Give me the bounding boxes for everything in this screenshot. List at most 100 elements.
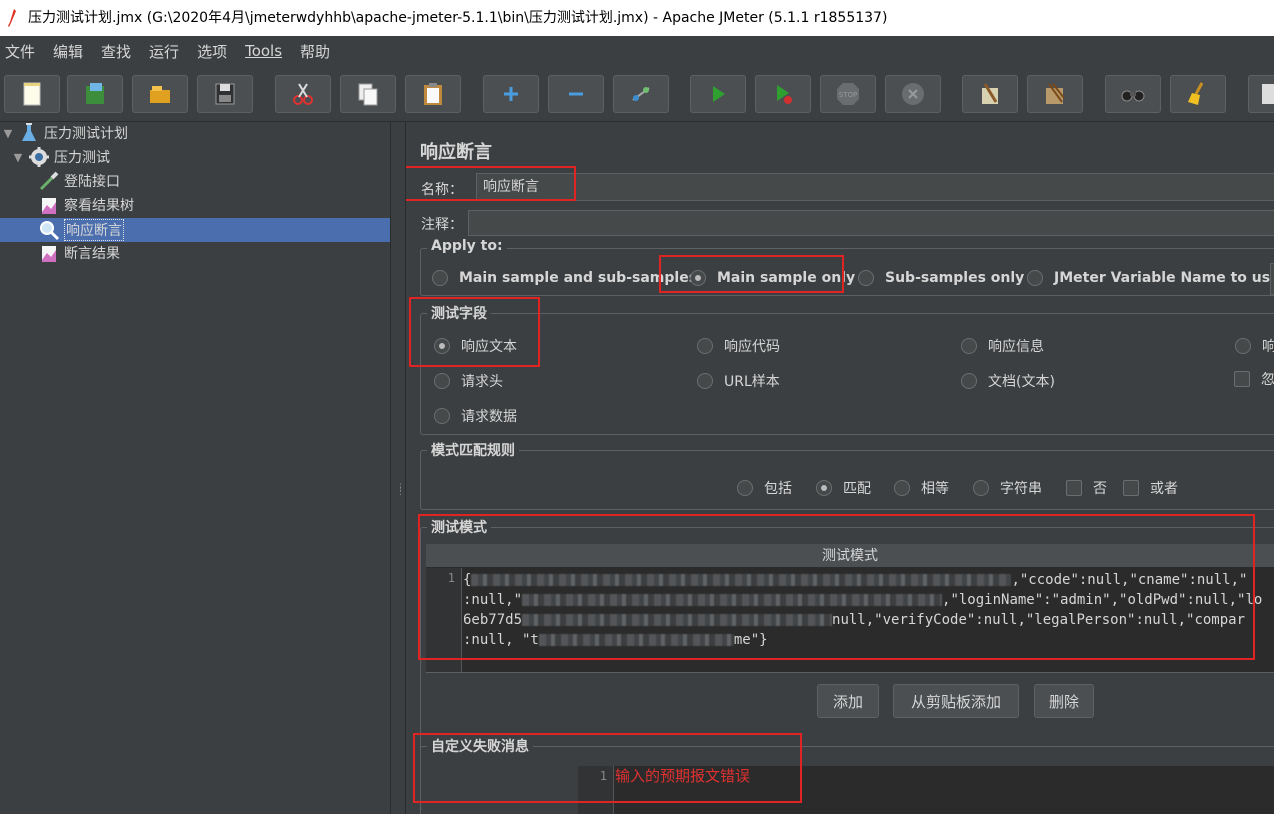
- radio-label: Sub-samples only: [885, 270, 1025, 286]
- clear-button[interactable]: [962, 75, 1018, 113]
- radio-label: JMeter Variable Name to use: [1054, 270, 1274, 286]
- shutdown-button[interactable]: [885, 75, 941, 113]
- paste-icon: [424, 83, 442, 105]
- name-field[interactable]: 响应断言: [476, 173, 1274, 201]
- code-line-1: ,"ccode":null,"cname":null,": [1011, 572, 1248, 588]
- radio-substring[interactable]: 字符串: [973, 478, 1042, 498]
- redacted-text: [538, 634, 734, 646]
- radio-indicator: [961, 338, 977, 354]
- gear-icon: [28, 146, 50, 168]
- open-button[interactable]: [132, 75, 188, 113]
- expand-all-button[interactable]: [483, 75, 539, 113]
- jmeter-feather-icon: [8, 9, 16, 27]
- tree-label: 压力测试: [54, 150, 110, 166]
- menu-help[interactable]: 帮助: [300, 41, 330, 62]
- radio-indicator: [894, 480, 910, 496]
- not-checkbox[interactable]: 否: [1066, 478, 1107, 498]
- radio-main-only[interactable]: Main sample only: [690, 270, 855, 286]
- pattern-rules-title: 模式匹配规则: [427, 440, 519, 460]
- checkbox-label: 或者: [1150, 481, 1178, 497]
- split-pane-divider[interactable]: ⋮ ⋮: [390, 122, 406, 814]
- variable-name-field[interactable]: [1270, 263, 1274, 295]
- start-button[interactable]: [690, 75, 746, 113]
- or-checkbox[interactable]: 或者: [1123, 478, 1178, 498]
- menu-run[interactable]: 运行: [149, 41, 179, 62]
- radio-indicator: [1235, 338, 1251, 354]
- radio-indicator: [432, 270, 448, 286]
- menu-search[interactable]: 查找: [101, 41, 131, 62]
- code-line-2: ,"loginName":"admin","oldPwd":null,"lo: [942, 592, 1263, 608]
- radio-contains[interactable]: 包括: [737, 478, 792, 498]
- add-from-clipboard-button[interactable]: 从剪贴板添加: [893, 684, 1019, 718]
- tree-node-test-plan[interactable]: ▼ 压力测试计划: [2, 121, 128, 145]
- copy-button[interactable]: [340, 75, 396, 113]
- radio-label: 请求头: [461, 374, 503, 390]
- radio-label: 字符串: [1000, 481, 1042, 497]
- radio-matches[interactable]: 匹配: [816, 478, 871, 498]
- apply-to-title: Apply to:: [427, 238, 507, 254]
- collapse-all-button[interactable]: [548, 75, 604, 113]
- collapse-triangle-icon[interactable]: ▼: [12, 151, 24, 164]
- radio-response-message[interactable]: 响应信息: [961, 336, 1044, 356]
- tree-node-http-sampler[interactable]: 登陆接口: [38, 169, 120, 193]
- radio-request-headers[interactable]: 请求头: [434, 371, 503, 391]
- pattern-code[interactable]: {,"ccode":null,"cname":null," :null," ,"l…: [463, 570, 1274, 650]
- menu-edit[interactable]: 编辑: [53, 41, 83, 62]
- redacted-text: [522, 594, 943, 606]
- stop-button[interactable]: STOP: [820, 75, 876, 113]
- reset-search-button[interactable]: [1170, 75, 1226, 113]
- add-button[interactable]: 添加: [817, 684, 879, 718]
- window-title-bar: 压力测试计划.jmx (G:\2020年4月\jmeterwdyhhb\apac…: [0, 0, 1274, 36]
- radio-label: 相等: [921, 481, 949, 497]
- cut-button[interactable]: [275, 75, 331, 113]
- function-helper-button[interactable]: [1248, 75, 1274, 113]
- radio-document-text[interactable]: 文档(文本): [961, 371, 1055, 391]
- new-button[interactable]: [4, 75, 60, 113]
- radio-indicator: [737, 480, 753, 496]
- plus-icon: [504, 87, 518, 101]
- clear-all-button[interactable]: [1027, 75, 1083, 113]
- tree-node-assertion-results[interactable]: 断言结果: [38, 241, 120, 265]
- pattern-editor[interactable]: 1 {,"ccode":null,"cname":null," :null,",…: [426, 568, 1274, 672]
- ignore-status-checkbox[interactable]: 忽: [1234, 369, 1274, 389]
- pattern-table-header: 测试模式: [426, 544, 1274, 568]
- minus-icon: [569, 92, 583, 96]
- radio-request-data[interactable]: 请求数据: [434, 406, 517, 426]
- radio-jmeter-variable[interactable]: JMeter Variable Name to use: [1027, 270, 1274, 286]
- menu-options[interactable]: 选项: [197, 41, 227, 62]
- radio-sub-only[interactable]: Sub-samples only: [858, 270, 1024, 286]
- failure-message-editor[interactable]: 1 输入的预期报文错误: [578, 766, 1274, 814]
- toggle-button[interactable]: [613, 75, 669, 113]
- tree-label: 响应断言: [64, 219, 124, 241]
- comment-field[interactable]: [468, 210, 1274, 236]
- save-button[interactable]: [197, 75, 253, 113]
- radio-label: Main sample and sub-samples: [459, 270, 698, 286]
- radio-indicator: [434, 373, 450, 389]
- radio-url-sampled[interactable]: URL样本: [697, 371, 780, 391]
- radio-indicator: [816, 480, 832, 496]
- radio-equals[interactable]: 相等: [894, 478, 949, 498]
- paste-button[interactable]: [405, 75, 461, 113]
- templates-button[interactable]: [67, 75, 123, 113]
- menu-file[interactable]: 文件: [5, 41, 35, 62]
- checkbox-label: 否: [1093, 481, 1107, 497]
- radio-response-code[interactable]: 响应代码: [697, 336, 780, 356]
- start-no-pause-button[interactable]: [755, 75, 811, 113]
- failure-message-text[interactable]: 输入的预期报文错误: [615, 766, 750, 786]
- delete-button[interactable]: 删除: [1034, 684, 1094, 718]
- binoculars-icon: [1121, 90, 1145, 102]
- tree-node-response-assertion[interactable]: 响应断言: [0, 218, 390, 242]
- open-icon: [150, 86, 170, 103]
- radio-main-and-sub[interactable]: Main sample and sub-samples: [432, 270, 697, 286]
- toolbar: STOP: [0, 66, 1274, 122]
- search-button[interactable]: [1105, 75, 1161, 113]
- tree-node-thread-group[interactable]: ▼ 压力测试: [12, 145, 110, 169]
- radio-response-text[interactable]: 响应文本: [434, 336, 517, 356]
- name-label: 名称：: [421, 182, 463, 198]
- radio-response-headers[interactable]: 响: [1235, 336, 1274, 356]
- menu-tools[interactable]: Tools: [245, 42, 282, 60]
- line-number: 1: [578, 766, 614, 814]
- radio-label: 包括: [764, 481, 792, 497]
- tree-node-view-results-tree[interactable]: 察看结果树: [38, 193, 134, 217]
- collapse-triangle-icon[interactable]: ▼: [2, 127, 14, 140]
